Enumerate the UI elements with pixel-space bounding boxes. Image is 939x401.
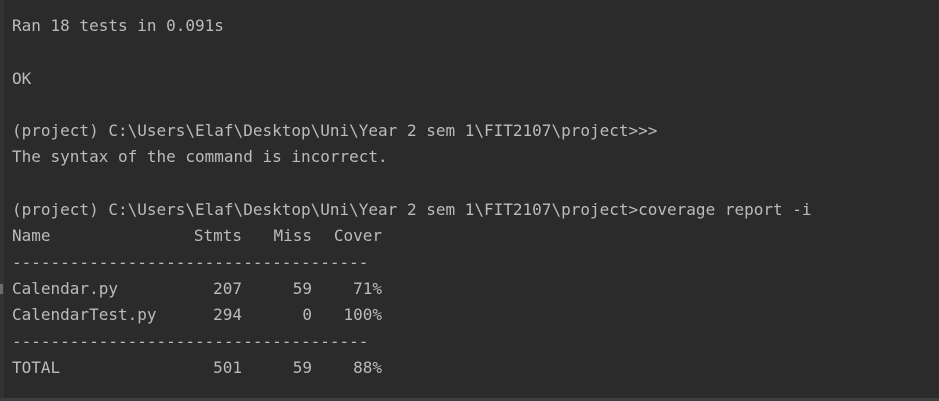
prompt-line: (project) C:\Users\Elaf\Desktop\Uni\Year… — [12, 121, 658, 141]
total-row: TOTAL 501 59 88% — [12, 355, 939, 381]
row-cover: 71% — [353, 278, 382, 298]
total-stmts: 501 — [213, 357, 242, 377]
gutter — [0, 0, 4, 401]
table-row: CalendarTest.py 294 0 100% — [12, 302, 939, 328]
table-row: Calendar.py 207 59 71% — [12, 276, 939, 302]
top-separator: ----------------------------------------… — [12, 0, 712, 6]
total-name: TOTAL — [12, 357, 61, 377]
terminal-output[interactable]: ------------------------------------- ---… — [0, 0, 939, 401]
table-separator: ------------------------------------- — [12, 252, 369, 272]
header-miss: Miss — [273, 226, 312, 246]
output-lines: Ran 18 tests in 0.091s OK (project) C:\U… — [12, 13, 939, 381]
row-stmts: 207 — [213, 278, 242, 298]
error-line: The syntax of the command is incorrect. — [12, 147, 388, 167]
row-stmts: 294 — [213, 305, 242, 325]
row-miss: 0 — [302, 305, 312, 325]
header-stmts: Stmts — [193, 226, 242, 246]
coverage-header-row: Name Stmts Miss Cover — [12, 223, 939, 249]
row-cover: 100% — [343, 305, 382, 325]
ran-tests-line: Ran 18 tests in 0.091s — [12, 16, 224, 35]
header-cover: Cover — [333, 226, 382, 246]
total-cover: 88% — [353, 357, 382, 377]
row-miss: 59 — [292, 278, 312, 298]
scroll-marker — [0, 284, 3, 294]
header-name: Name — [12, 226, 51, 246]
ok-line: OK — [12, 68, 32, 88]
total-miss: 59 — [292, 357, 312, 377]
prompt-line: (project) C:\Users\Elaf\Desktop\Uni\Year… — [12, 200, 812, 220]
table-separator: ------------------------------------- — [12, 331, 369, 351]
row-name: CalendarTest.py — [12, 305, 157, 325]
row-name: Calendar.py — [12, 278, 118, 298]
